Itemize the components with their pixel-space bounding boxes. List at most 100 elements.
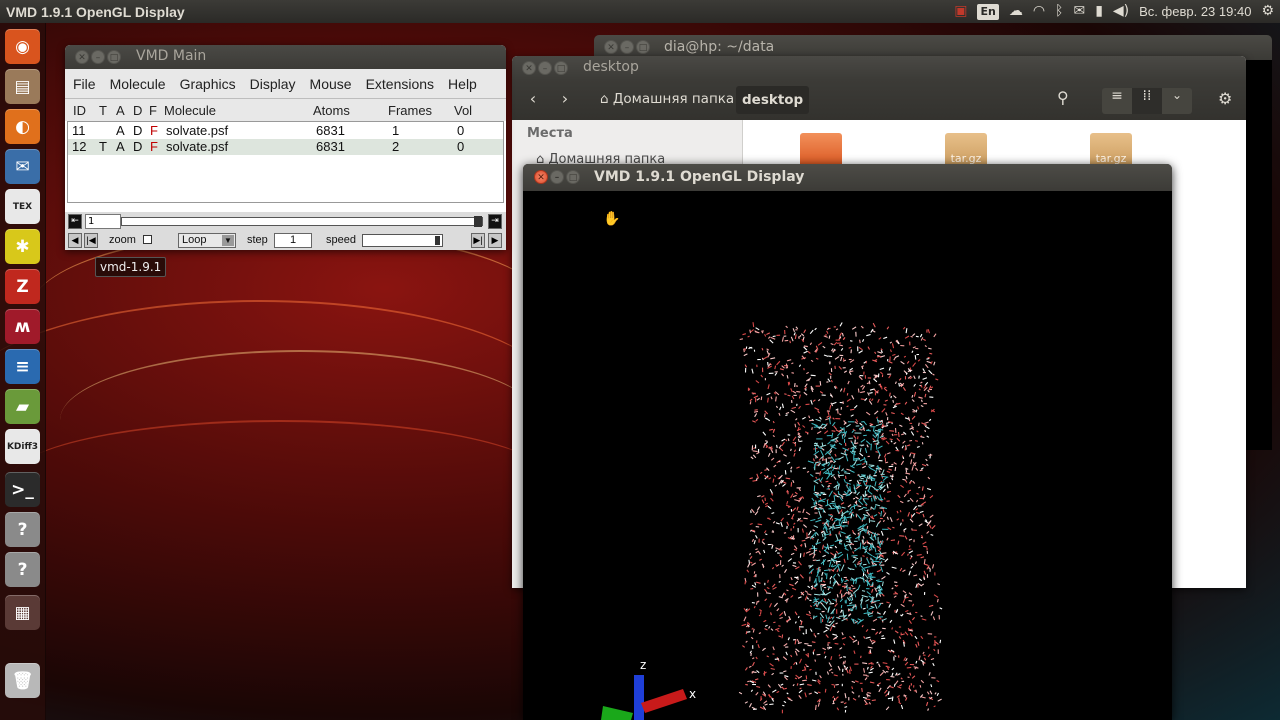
libreoffice-writer-icon[interactable]: ≡	[5, 349, 40, 384]
record-icon[interactable]: ▣	[954, 0, 967, 23]
keyboard-layout-indicator[interactable]: En	[977, 3, 999, 20]
cell-active[interactable]: A	[116, 139, 125, 154]
close-button[interactable]: ✕	[604, 40, 618, 54]
cloud-icon[interactable]: ☁	[1009, 0, 1023, 23]
unknown-app-2-icon[interactable]: ?	[5, 552, 40, 587]
minimize-button[interactable]: –	[550, 170, 564, 184]
column-molecule[interactable]: Molecule	[164, 103, 216, 118]
maximize-button[interactable]: □	[636, 40, 650, 54]
terminal-icon[interactable]: >_	[5, 472, 40, 507]
workspace-switcher-icon[interactable]: ▦	[5, 595, 40, 630]
thunderbird-icon[interactable]: ✉	[5, 149, 40, 184]
column-fixed[interactable]: F	[149, 103, 157, 118]
close-button[interactable]: ✕	[75, 50, 89, 64]
bluetooth-icon[interactable]: ᛒ	[1055, 0, 1063, 23]
column-drawn[interactable]: D	[133, 103, 142, 118]
texmaker-icon[interactable]: TEX	[5, 189, 40, 224]
close-button[interactable]: ✕	[534, 170, 548, 184]
molecule-list[interactable]: 11 A D F solvate.psf 6831 1 0 12 T A D F…	[67, 121, 504, 203]
maximize-button[interactable]: □	[107, 50, 121, 64]
cell-drawn[interactable]: D	[133, 139, 142, 154]
opengl-display-titlebar[interactable]: ✕ – □ VMD 1.9.1 OpenGL Display	[523, 164, 1172, 191]
column-id[interactable]: ID	[73, 103, 86, 118]
molecule-row[interactable]: 12 T A D F solvate.psf 6831 2 0	[68, 139, 503, 155]
gear-icon[interactable]: ⚙	[1261, 0, 1274, 23]
step-forward-button[interactable]: ▶|	[471, 233, 485, 248]
cell-active[interactable]: A	[116, 123, 125, 138]
column-atoms[interactable]: Atoms	[313, 103, 350, 118]
zoom-label: zoom	[109, 234, 136, 246]
cell-molecule: solvate.psf	[166, 139, 229, 154]
zoom-checkbox[interactable]	[143, 235, 152, 244]
loop-select[interactable]: Loop ▼	[178, 233, 236, 248]
mendeley-icon[interactable]: ʍ	[5, 309, 40, 344]
zotero-icon[interactable]: Z	[5, 269, 40, 304]
terminal-body[interactable]	[1244, 60, 1272, 450]
trash-icon[interactable]: 🗑	[5, 663, 40, 698]
kdiff3-icon[interactable]: KDiff3	[5, 429, 40, 464]
minimize-button[interactable]: –	[91, 50, 105, 64]
minimize-button[interactable]: –	[538, 61, 552, 75]
clock[interactable]: Вс. февр. 23 19:40	[1139, 4, 1251, 19]
column-frames[interactable]: Frames	[388, 103, 432, 118]
cell-top[interactable]: T	[99, 139, 107, 154]
step-label: step	[247, 234, 268, 246]
step-stepper[interactable]: 1	[274, 233, 312, 248]
minimize-button[interactable]: –	[620, 40, 634, 54]
menu-graphics[interactable]: Graphics	[180, 76, 243, 92]
y-axis-icon	[601, 706, 633, 720]
play-forward-button[interactable]: ▶	[488, 233, 502, 248]
home-breadcrumb[interactable]: ⌂ Домашняя папка	[600, 91, 734, 107]
speed-slider-handle[interactable]	[435, 236, 440, 245]
molecule-render-canvas[interactable]: ✋ z x	[523, 191, 1172, 720]
book-app-icon[interactable]: ▰	[5, 389, 40, 424]
molecule-row[interactable]: 11 A D F solvate.psf 6831 1 0	[68, 123, 503, 139]
game-app-icon[interactable]: ✱	[5, 229, 40, 264]
chevron-down-icon: ▼	[222, 235, 234, 246]
menu-display[interactable]: Display	[250, 76, 303, 92]
cell-frames: 2	[392, 139, 400, 154]
cell-fixed[interactable]: F	[150, 123, 158, 138]
settings-gear-icon[interactable]: ⚙	[1218, 89, 1232, 108]
step-back-button[interactable]: |◀	[84, 233, 98, 248]
list-view-icon[interactable]: ≡	[1102, 88, 1132, 114]
wifi-icon[interactable]: ◠	[1033, 0, 1045, 23]
menu-file[interactable]: File	[73, 76, 103, 92]
mail-icon[interactable]: ✉	[1073, 0, 1085, 23]
cell-drawn[interactable]: D	[133, 123, 142, 138]
search-icon[interactable]: ⚲	[1057, 88, 1069, 107]
jump-end-button[interactable]: ⇥	[488, 214, 502, 229]
vmd-main-titlebar[interactable]: ✕ – □ VMD Main	[65, 45, 506, 69]
jump-start-button[interactable]: ⇤	[68, 214, 82, 229]
ubuntu-dash-icon[interactable]: ◉	[5, 29, 40, 64]
play-reverse-button[interactable]: ◀	[68, 233, 82, 248]
firefox-icon[interactable]: ◐	[5, 109, 40, 144]
maximize-button[interactable]: □	[566, 170, 580, 184]
grid-view-icon[interactable]: ⁞⁞	[1132, 88, 1162, 114]
menu-help[interactable]: Help	[448, 76, 484, 92]
files-manager-icon[interactable]: ▤	[5, 69, 40, 104]
water-box-render	[738, 322, 943, 714]
menu-mouse[interactable]: Mouse	[310, 76, 359, 92]
close-button[interactable]: ✕	[522, 61, 536, 75]
unknown-app-1-icon[interactable]: ?	[5, 512, 40, 547]
column-top[interactable]: T	[99, 103, 107, 118]
maximize-button[interactable]: □	[554, 61, 568, 75]
cell-fixed[interactable]: F	[150, 139, 158, 154]
current-breadcrumb[interactable]: desktop	[736, 86, 810, 114]
file-manager-titlebar[interactable]: ✕ – □ desktop	[512, 56, 1246, 80]
frame-slider-handle[interactable]	[474, 216, 482, 227]
menu-molecule[interactable]: Molecule	[110, 76, 173, 92]
back-button[interactable]: ‹	[522, 89, 544, 111]
forward-button[interactable]: ›	[554, 89, 576, 111]
menu-extensions[interactable]: Extensions	[366, 76, 441, 92]
frame-slider[interactable]	[121, 216, 483, 227]
battery-icon[interactable]: ▮	[1095, 0, 1103, 23]
column-vol[interactable]: Vol	[454, 103, 472, 118]
view-options-icon[interactable]: ⌄	[1162, 88, 1192, 114]
frame-input[interactable]: 1	[85, 214, 121, 229]
volume-icon[interactable]: ◀)	[1113, 0, 1129, 23]
column-active[interactable]: A	[116, 103, 125, 118]
speed-slider[interactable]	[362, 234, 443, 247]
animation-controls-row: ◀ |◀ zoom Loop ▼ step 1 speed ▶| ▶	[65, 231, 506, 250]
